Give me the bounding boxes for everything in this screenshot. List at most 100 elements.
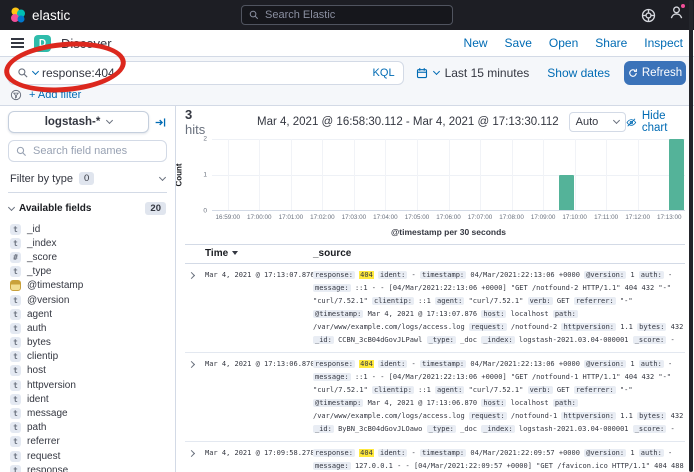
source-field-value: 432	[671, 412, 684, 420]
filter-icon[interactable]	[10, 89, 22, 101]
source-field-value: 04/Mar/2021:22:13:06 +0000	[470, 271, 580, 279]
source-field-value: ByBN_3cB04dGovJLOawo	[338, 425, 422, 433]
field-item-path[interactable]: tpath	[8, 421, 167, 435]
field-name: agent	[27, 309, 52, 320]
source-field-value: _doc	[460, 425, 477, 433]
field-item-request[interactable]: trequest	[8, 449, 167, 463]
source-field-key: auth:	[639, 271, 664, 279]
menu-icon[interactable]	[11, 38, 24, 48]
source-field-value: 04/Mar/2021:22:09:57 +0000	[470, 449, 580, 457]
query-input[interactable]: response:404 KQL	[8, 61, 404, 85]
date-picker[interactable]: Last 15 minutes	[412, 66, 534, 80]
user-avatar[interactable]	[669, 5, 684, 25]
nav-inspect[interactable]: Inspect	[644, 36, 683, 50]
source-field-value: -	[412, 449, 416, 457]
source-field-value: CCBN_3cB04dGovJLPawl	[338, 336, 422, 344]
field-item-clientip[interactable]: tclientip	[8, 350, 167, 364]
vertical-scrollbar[interactable]	[689, 0, 693, 472]
interval-select[interactable]: Auto	[569, 112, 626, 132]
collapse-sidebar-icon[interactable]	[154, 116, 167, 129]
y-tick: 1	[203, 172, 207, 179]
field-name: _type	[27, 266, 51, 277]
notification-dot	[680, 3, 686, 9]
source-field-key: clientip:	[372, 297, 414, 305]
field-item-message[interactable]: tmessage	[8, 406, 167, 420]
refresh-button[interactable]: Refresh	[624, 61, 686, 85]
field-search-input[interactable]: Search field names	[8, 140, 167, 162]
expand-row-icon[interactable]	[188, 272, 195, 279]
source-field-value: logstash-2021.03.04-000001	[519, 425, 629, 433]
saved-query-chevron-icon[interactable]	[32, 68, 39, 75]
x-tick: 17:10:00	[562, 214, 587, 221]
field-name: @timestamp	[27, 280, 83, 291]
field-type-icon: t	[10, 465, 21, 472]
nav-share[interactable]: Share	[595, 36, 627, 50]
source-field-value: -	[670, 336, 674, 344]
header-actions	[641, 5, 684, 25]
field-item-httpversion[interactable]: thttpversion	[8, 378, 167, 392]
discover-app-badge[interactable]: D	[34, 35, 51, 52]
field-item-_type[interactable]: t_type	[8, 265, 167, 279]
field-item-auth[interactable]: tauth	[8, 321, 167, 335]
query-text[interactable]: response:404	[42, 66, 369, 80]
hide-chart-button[interactable]: Hide chart	[626, 110, 685, 134]
source-field-value: Mar 4, 2021 @ 17:13:06.870	[368, 399, 478, 407]
nav-new[interactable]: New	[464, 36, 488, 50]
available-fields-label: Available fields	[19, 203, 91, 214]
nav-save[interactable]: Save	[505, 36, 532, 50]
histogram-bar-17:13:00[interactable]	[669, 139, 684, 210]
add-filter-button[interactable]: + Add filter	[29, 89, 81, 101]
source-field-key: @version:	[584, 360, 626, 368]
field-item-bytes[interactable]: tbytes	[8, 336, 167, 350]
y-axis-ticks: 012	[198, 139, 209, 211]
source-field-key: _type:	[427, 336, 456, 344]
field-name: httpversion	[27, 380, 76, 391]
field-type-icon: t	[10, 351, 21, 362]
refresh-label: Refresh	[642, 67, 682, 79]
query-language-button[interactable]: KQL	[373, 67, 395, 79]
field-item-@version[interactable]: t@version	[8, 293, 167, 307]
expand-row-icon[interactable]	[188, 450, 195, 457]
field-item-referrer[interactable]: treferrer	[8, 435, 167, 449]
field-item-agent[interactable]: tagent	[8, 307, 167, 321]
field-item-ident[interactable]: tident	[8, 392, 167, 406]
field-item-host[interactable]: thost	[8, 364, 167, 378]
field-item-response[interactable]: t response	[8, 463, 167, 472]
source-field-key: referrer:	[574, 386, 616, 394]
show-dates-button[interactable]: Show dates	[547, 66, 610, 80]
source-field-key: response:	[313, 360, 355, 368]
elastic-brand[interactable]: elastic	[10, 7, 70, 23]
field-item-_index[interactable]: t_index	[8, 236, 167, 250]
global-search-input[interactable]: Search Elastic	[241, 5, 453, 25]
field-item-_id[interactable]: t_id	[8, 222, 167, 236]
source-field-value: 127.0.0.1 - - [04/Mar/2021:22:09:57 +000…	[313, 462, 684, 472]
filter-row: + Add filter	[8, 87, 686, 102]
available-fields-header[interactable]: Available fields 20	[8, 202, 167, 215]
source-field-key: agent:	[435, 386, 464, 394]
field-name: response	[27, 465, 68, 472]
nav-open[interactable]: Open	[549, 36, 578, 50]
eye-slash-icon	[626, 116, 637, 129]
field-item-_score[interactable]: #_score	[8, 250, 167, 264]
source-field-key: _index:	[481, 425, 515, 433]
time-range-value[interactable]: Last 15 minutes	[445, 66, 530, 80]
source-field-key: message:	[313, 284, 351, 292]
source-field-value: "curl/7.52.1"	[469, 297, 524, 305]
source-field-value: "-"	[620, 386, 633, 394]
histogram-bar-17:09:30[interactable]	[559, 175, 574, 211]
chart-time-range: Mar 4, 2021 @ 16:58:30.112 - Mar 4, 2021…	[257, 116, 559, 128]
interval-value: Auto	[576, 116, 599, 128]
filter-by-type[interactable]: Filter by type 0	[8, 169, 167, 193]
source-field-key: auth:	[639, 360, 664, 368]
saved-query-icon[interactable]	[17, 67, 29, 79]
source-field-value: "curl/7.52.1"	[469, 386, 524, 394]
help-icon[interactable]	[641, 8, 656, 23]
index-pattern-select[interactable]: logstash-*	[8, 111, 149, 133]
time-column-header[interactable]: Time	[205, 248, 307, 259]
field-item-@timestamp[interactable]: @timestamp	[8, 279, 167, 293]
expand-row-icon[interactable]	[188, 361, 195, 368]
source-field-key: request:	[469, 412, 507, 420]
source-field-value: 1.1	[620, 412, 633, 420]
x-tick: 17:02:00	[310, 214, 335, 221]
field-type-icon: t	[10, 309, 21, 320]
